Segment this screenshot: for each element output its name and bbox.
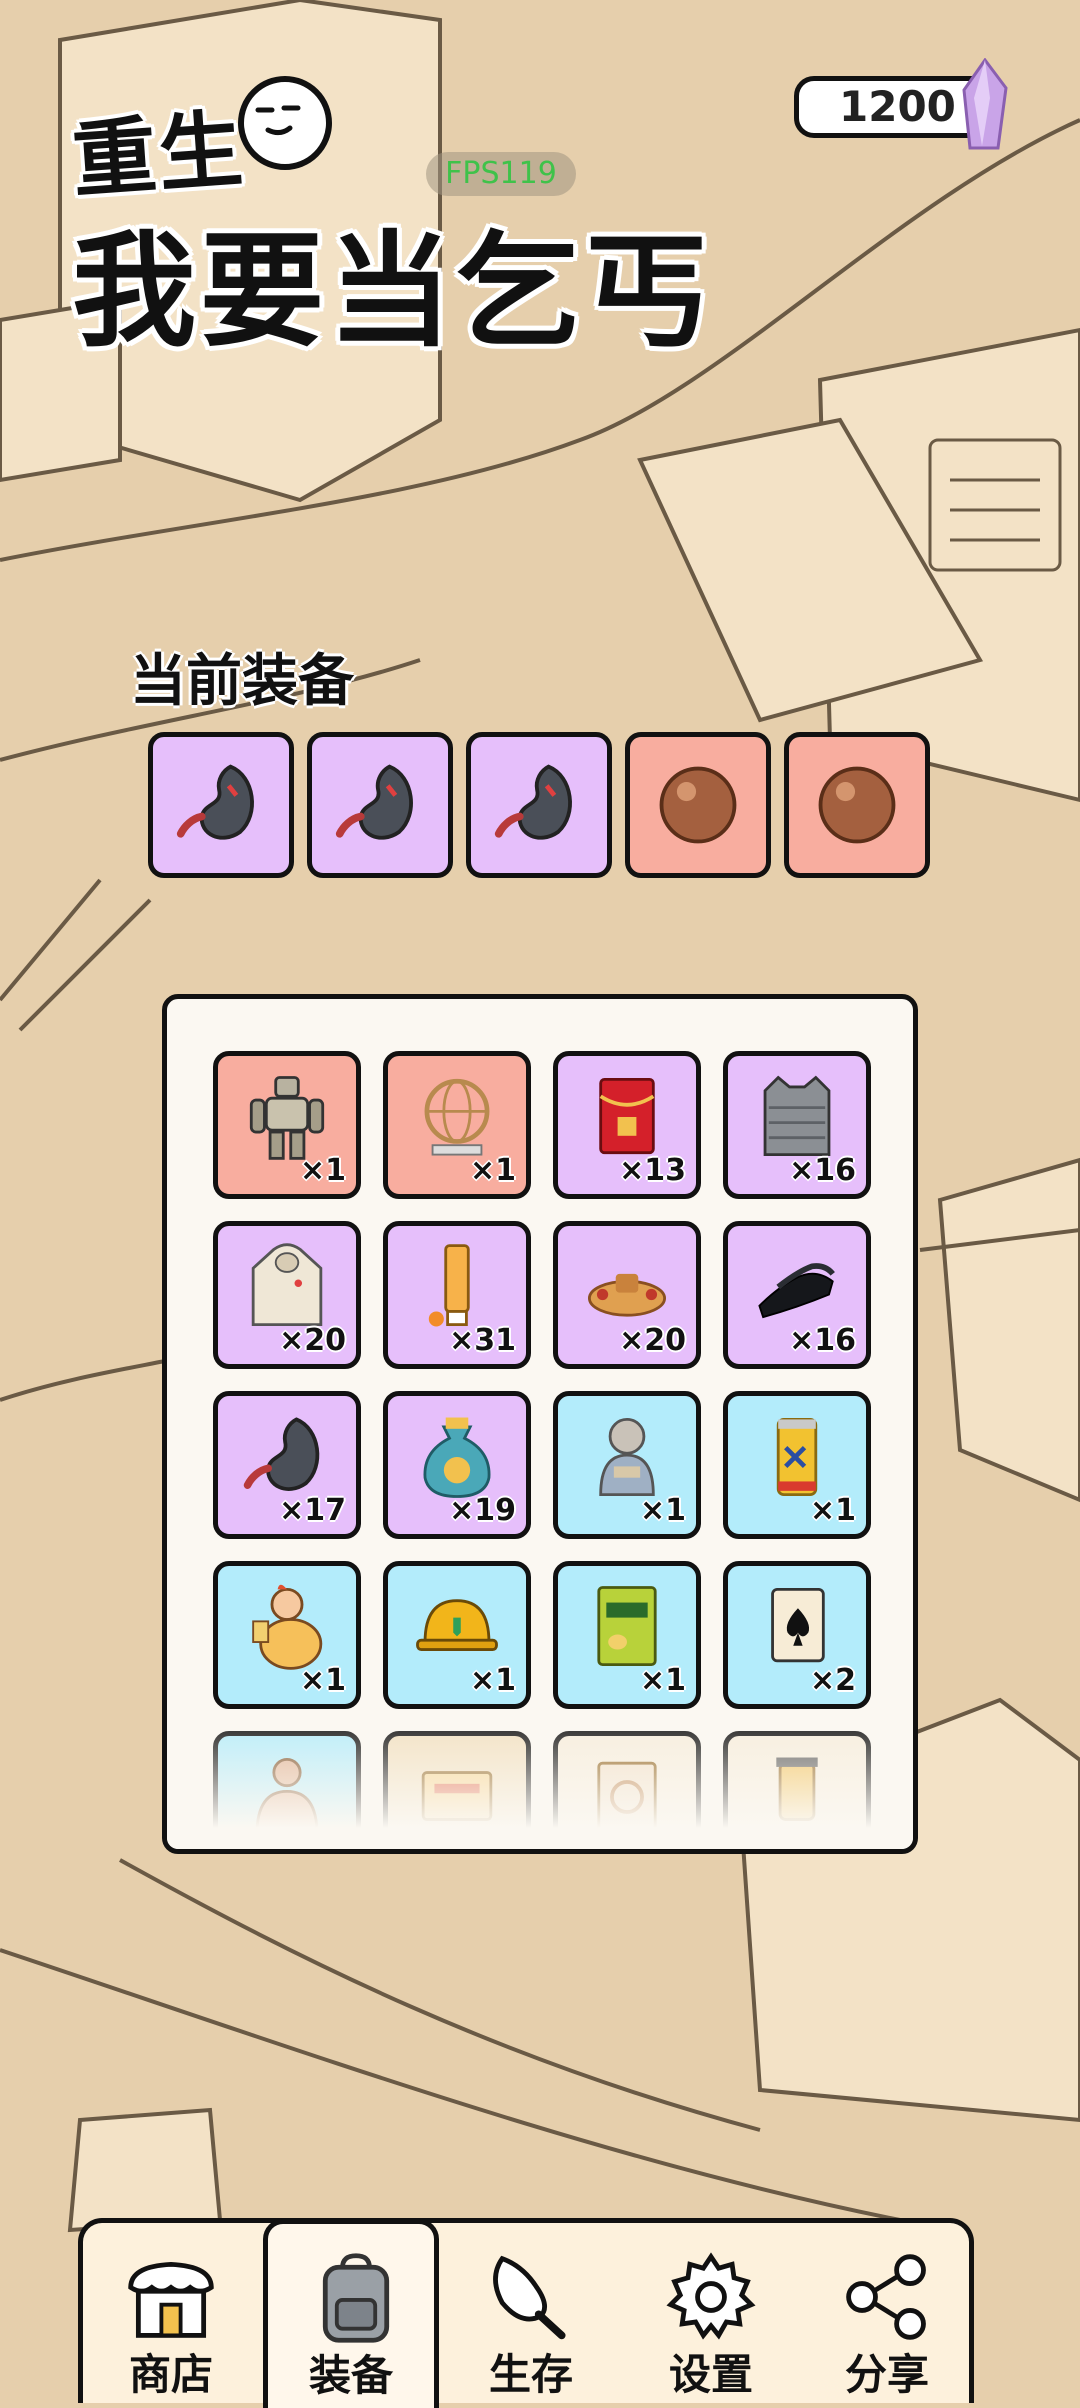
share-icon	[846, 2254, 926, 2340]
robot-stomach-icon	[176, 764, 254, 840]
equipped-slot-1[interactable]	[148, 732, 294, 878]
item-count: ×1	[639, 1493, 686, 1528]
inventory-item-money-bag[interactable]: ×19	[383, 1391, 531, 1539]
inventory-item-mech-robot[interactable]: ×1	[213, 1051, 361, 1199]
robot-stomach-icon	[335, 764, 413, 840]
item-count: ×20	[619, 1323, 686, 1358]
drumstick-icon	[493, 2255, 566, 2340]
black-shoes-icon	[758, 1263, 835, 1319]
bottom-nav-bar: 商店 装备 生存 设置 分享	[78, 2218, 974, 2408]
equipped-slots	[148, 732, 930, 878]
inventory-item-snack-bag[interactable]: ×1	[553, 1561, 701, 1709]
inventory-item-sunscreen[interactable]: ×31	[383, 1221, 531, 1369]
nav-label-settings: 设置	[668, 2350, 753, 2399]
inventory-item-globe-trophy[interactable]: ×1	[383, 1051, 531, 1199]
smug-face-icon	[238, 76, 332, 170]
item-count: ×20	[279, 1323, 346, 1358]
buddha-statue-icon	[599, 1417, 655, 1497]
sunscreen-tube-icon	[428, 1244, 470, 1327]
inventory-item-armor-vest[interactable]: ×16	[723, 1051, 871, 1199]
inventory-item-ace-of-spades[interactable]: ×2	[723, 1561, 871, 1709]
inventory-item-buddha-statue[interactable]: ×1	[553, 1391, 701, 1539]
item-count: ×16	[789, 1153, 856, 1188]
nav-tab-share[interactable]: 分享	[799, 2223, 975, 2408]
chubby-man-beer-icon	[252, 1584, 323, 1670]
robot-stomach-icon	[243, 1417, 320, 1491]
item-count: ×17	[279, 1493, 346, 1528]
item-count: ×1	[639, 1663, 686, 1698]
equipped-slot-2[interactable]	[307, 732, 453, 878]
inventory-item-hoodie[interactable]: ×20	[213, 1221, 361, 1369]
hard-hat-icon	[416, 1599, 498, 1651]
inventory-item-hard-hat[interactable]: ×1	[383, 1561, 531, 1709]
red-envelope-icon	[599, 1077, 655, 1155]
snack-bag-icon	[597, 1586, 657, 1667]
item-count: ×19	[449, 1493, 516, 1528]
mech-robot-icon	[249, 1076, 325, 1160]
bronze-ball-icon	[659, 766, 737, 844]
currency-amount: 1200	[839, 82, 956, 131]
equipped-section-title: 当前装备	[130, 649, 354, 714]
item-count: ×1	[469, 1153, 516, 1188]
inventory-panel[interactable]: ×1 ×1 ×13 ×16 ×20 ×31 ×20 ×16 ×17 ×19 ×1…	[162, 994, 918, 1854]
nav-label-shop: 商店	[128, 2350, 213, 2399]
inventory-scroll-fade	[167, 1709, 913, 1849]
nav-tab-equipment[interactable]: 装备	[263, 2219, 439, 2408]
purple-gem-icon	[962, 58, 1008, 150]
inventory-item-robot-stomach[interactable]: ×17	[213, 1391, 361, 1539]
bronze-ball-icon	[818, 766, 896, 844]
nav-label-share: 分享	[844, 2350, 929, 2399]
nav-tab-shop[interactable]: 商店	[83, 2223, 259, 2408]
backpack-icon	[322, 2253, 390, 2343]
hoodie-icon	[251, 1243, 323, 1327]
item-count: ×1	[809, 1493, 856, 1528]
item-count: ×16	[789, 1323, 856, 1358]
equipped-slot-5[interactable]	[784, 732, 930, 878]
armor-vest-icon	[763, 1075, 831, 1157]
equipped-slot-3[interactable]	[466, 732, 612, 878]
gear-icon	[666, 2252, 756, 2340]
fps-counter: FPS119	[426, 152, 576, 196]
inventory-item-energy-drink[interactable]: ×1	[723, 1391, 871, 1539]
item-count: ×2	[809, 1663, 856, 1698]
food-platter-icon	[587, 1273, 667, 1317]
energy-drink-can-icon	[776, 1417, 818, 1497]
equipped-slot-4[interactable]	[625, 732, 771, 878]
inventory-item-black-shoes[interactable]: ×16	[723, 1221, 871, 1369]
money-bag-icon	[423, 1417, 491, 1498]
game-title-line2: 我要当乞丐	[72, 220, 713, 364]
ace-of-spades-icon	[771, 1587, 825, 1663]
item-count: ×1	[299, 1663, 346, 1698]
nav-tab-settings[interactable]: 设置	[623, 2223, 799, 2408]
item-count: ×1	[299, 1153, 346, 1188]
item-count: ×1	[469, 1663, 516, 1698]
shop-icon	[128, 2261, 214, 2338]
inventory-item-chubby-man[interactable]: ×1	[213, 1561, 361, 1709]
nav-label-equipment: 装备	[308, 2351, 393, 2400]
item-count: ×13	[619, 1153, 686, 1188]
item-count: ×31	[449, 1323, 516, 1358]
globe-trophy-icon	[424, 1078, 490, 1156]
inventory-item-red-envelope[interactable]: ×13	[553, 1051, 701, 1199]
inventory-item-food-platter[interactable]: ×20	[553, 1221, 701, 1369]
nav-tab-survival[interactable]: 生存	[443, 2223, 619, 2408]
robot-stomach-icon	[494, 764, 572, 840]
nav-label-survival: 生存	[488, 2350, 573, 2399]
